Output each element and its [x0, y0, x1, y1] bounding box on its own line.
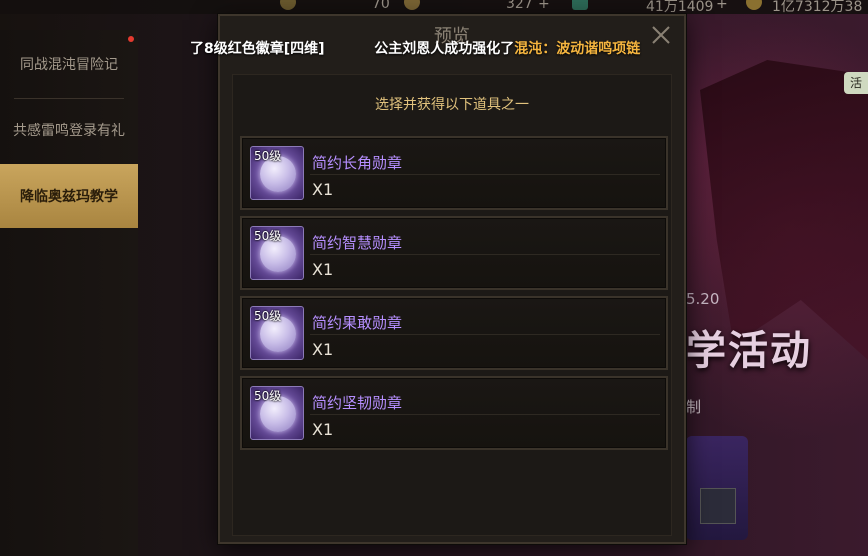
medal-icon: 50级 [250, 386, 304, 440]
currency-value-1: 70 [372, 0, 390, 12]
item-divider [310, 254, 660, 255]
sidebar-item-adventure[interactable]: 同战混沌冒险记 [0, 32, 138, 96]
event-banner-subtext: 制 [686, 398, 702, 416]
item-level: 50级 [254, 309, 282, 323]
preview-dialog: 预览 选择并获得以下道具之一 50级 简约长角勋章 X1 50级 简约智慧勋章 … [218, 14, 686, 544]
currency-icon-2 [404, 0, 420, 10]
add-gold-button[interactable]: + [716, 0, 728, 12]
currency-icon-1 [280, 0, 296, 10]
sidebar-item-ozma-tutorial[interactable]: 降临奥兹玛教学 [0, 164, 138, 228]
item-name: 简约坚韧勋章 [312, 394, 403, 412]
currency-value-4: 1亿7312万38 [772, 0, 863, 15]
item-divider [310, 414, 660, 415]
reward-option[interactable]: 50级 简约坚韧勋章 X1 [240, 376, 668, 450]
sidebar-item-label: 共感雷鸣登录有礼 [13, 123, 125, 139]
sidebar-item-label: 同战混沌冒险记 [20, 57, 118, 73]
currency-bar: 70 327 + 41万1409 + 1亿7312万38 [0, 0, 868, 15]
reward-option[interactable]: 50级 简约智慧勋章 X1 [240, 216, 668, 290]
item-quantity: X1 [312, 260, 334, 279]
event-banner-title: 学活动 [686, 328, 812, 374]
item-quantity: X1 [312, 340, 334, 359]
medal-icon: 50级 [250, 306, 304, 360]
item-divider [310, 174, 660, 175]
item-quantity: X1 [312, 180, 334, 199]
currency-value-2: 327 [506, 0, 533, 12]
event-side-tag[interactable]: 活 [844, 72, 868, 94]
item-name: 简约智慧勋章 [312, 234, 403, 252]
reward-thumbnail[interactable] [700, 488, 736, 524]
marquee-text-1: 了8级红色徽章[四维] [190, 41, 325, 57]
reward-option[interactable]: 50级 简约长角勋章 X1 [240, 136, 668, 210]
reward-option[interactable]: 50级 简约果敢勋章 X1 [240, 296, 668, 370]
item-quantity: X1 [312, 420, 334, 439]
event-sidebar: 同战混沌冒险记 共感雷鸣登录有礼 降临奥兹玛教学 [0, 30, 138, 556]
add-currency-button[interactable]: + [538, 0, 550, 12]
broadcast-marquee: 了8级红色徽章[四维] 公主刘恩人成功强化了混沌：波动谐鸣项链 [190, 38, 750, 60]
notification-dot [128, 36, 134, 42]
dialog-subtitle: 选择并获得以下道具之一 [375, 97, 529, 113]
medal-icon: 50级 [250, 226, 304, 280]
sidebar-item-label: 降临奥兹玛教学 [20, 189, 118, 205]
event-date: 5.20 [686, 290, 720, 308]
gem-icon [572, 0, 588, 10]
item-level: 50级 [254, 229, 282, 243]
item-name: 简约长角勋章 [312, 154, 403, 172]
medal-icon: 50级 [250, 146, 304, 200]
item-level: 50级 [254, 149, 282, 163]
marquee-text-2: 公主刘恩人成功强化了 [374, 41, 515, 57]
sidebar-item-login-reward[interactable]: 共感雷鸣登录有礼 [0, 98, 138, 162]
gold-icon [746, 0, 762, 10]
item-divider [310, 334, 660, 335]
item-level: 50级 [254, 389, 282, 403]
marquee-highlight: 混沌：波动谐鸣项链 [514, 41, 641, 57]
item-name: 简约果敢勋章 [312, 314, 403, 332]
